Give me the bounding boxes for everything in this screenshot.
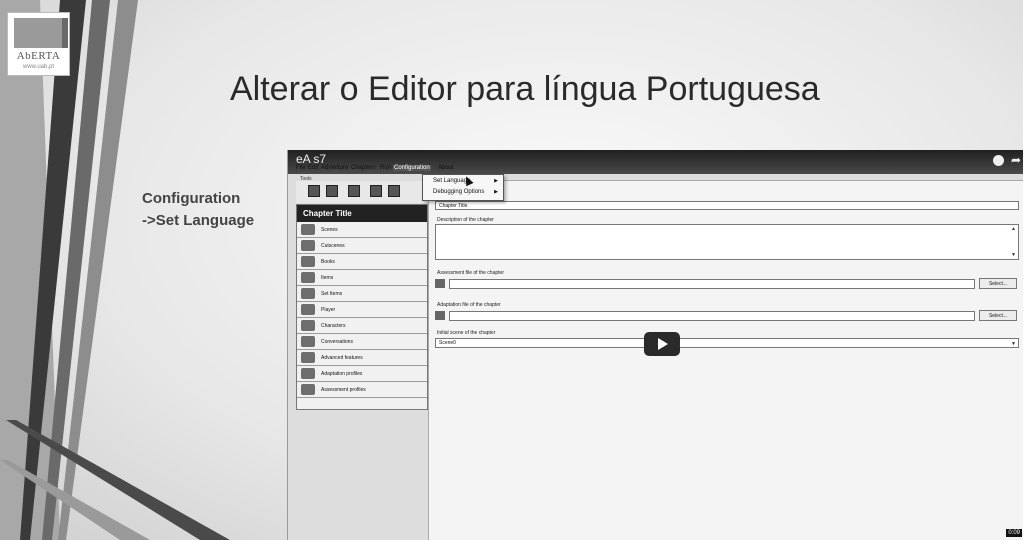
nav-item-assessment-profiles[interactable]: Assessment profiles <box>297 382 427 398</box>
books-icon <box>301 256 315 267</box>
nav-item-player[interactable]: Player <box>297 302 427 318</box>
toolbar <box>296 181 426 203</box>
submenu-arrow-icon: ▶ <box>494 178 498 184</box>
adaptation-select-button[interactable]: Select... <box>979 310 1017 321</box>
step-set-language: ->Set Language <box>142 212 255 229</box>
scroll-down-icon[interactable]: ▼ <box>1011 252 1016 258</box>
nav-item-set-items[interactable]: Set Items <box>297 286 427 302</box>
nav-item-scenes[interactable]: Scenes <box>297 222 427 238</box>
chapter-title-field[interactable]: Chapter Title <box>435 201 1019 210</box>
items-icon <box>301 272 315 283</box>
nav-item-items[interactable]: Items <box>297 270 427 286</box>
menu-file[interactable]: File <box>296 165 306 171</box>
assessment-file-input[interactable] <box>449 279 975 289</box>
set-items-icon <box>301 288 315 299</box>
toolbar-open-icon[interactable] <box>326 185 338 197</box>
nav-item-adaptation-profiles[interactable]: Adaptation profiles <box>297 366 427 382</box>
video-duration: 0:09 <box>1006 529 1022 537</box>
menu-run[interactable]: Run <box>380 165 391 171</box>
play-button[interactable] <box>644 332 680 356</box>
nav-item-advanced-features[interactable]: Advanced features <box>297 350 427 366</box>
video-player[interactable]: eA s7 ➦ File Edit Adventure Chapters Run… <box>287 150 1023 540</box>
menu-chapters[interactable]: Chapters <box>351 165 375 171</box>
characters-icon <box>301 320 315 331</box>
submenu-arrow-icon: ▶ <box>494 189 498 195</box>
instruction-steps: Configuration ->Set Language <box>142 188 254 232</box>
video-top-bar: eA s7 ➦ File Edit Adventure Chapters Run… <box>288 150 1023 174</box>
conversations-icon <box>301 336 315 347</box>
chevron-down-icon[interactable]: ▼ <box>1011 341 1016 347</box>
toolbar-save-icon[interactable] <box>348 185 360 197</box>
adaptation-file-input[interactable] <box>449 311 975 321</box>
description-textarea[interactable]: ▲ ▼ <box>435 224 1019 260</box>
toolbar-new-icon[interactable] <box>308 185 320 197</box>
chapter-properties-panel: Chapter Title Description of the chapter… <box>428 180 1023 540</box>
menu-adventure[interactable]: Adventure <box>321 165 348 171</box>
presentation-slide: AbERTA www.uab.pt Alterar o Editor para … <box>0 0 1023 540</box>
initial-scene-label: Initial scene of the chapter <box>437 330 496 336</box>
nav-item-cutscenes[interactable]: Cutscenes <box>297 238 427 254</box>
assessment-select-button[interactable]: Select... <box>979 278 1017 289</box>
nav-item-books[interactable]: Books <box>297 254 427 270</box>
description-label: Description of the chapter <box>437 217 494 223</box>
adaptation-profiles-icon <box>301 368 315 379</box>
adaptation-file-icon <box>435 311 445 320</box>
player-icon <box>301 304 315 315</box>
play-icon <box>658 338 668 350</box>
scenes-icon <box>301 224 315 235</box>
cutscenes-icon <box>301 240 315 251</box>
slide-title: Alterar o Editor para língua Portuguesa <box>230 70 820 108</box>
menu-configuration[interactable]: Configuration <box>393 165 431 171</box>
toolbar-undo-icon[interactable] <box>370 185 382 197</box>
menu-edit[interactable]: Edit <box>308 165 318 171</box>
advanced-features-icon <box>301 352 315 363</box>
nav-item-characters[interactable]: Characters <box>297 318 427 334</box>
menu-item-debugging-options[interactable]: Debugging Options <box>433 189 484 195</box>
toolbar-redo-icon[interactable] <box>388 185 400 197</box>
nav-item-conversations[interactable]: Conversations <box>297 334 427 350</box>
assessment-profiles-icon <box>301 384 315 395</box>
initial-scene-select[interactable]: Scene0 ▼ <box>435 338 1019 348</box>
assessment-file-label: Assessment file of the chapter <box>437 270 504 276</box>
step-configuration: Configuration <box>142 190 241 207</box>
adaptation-file-label: Adaptation file of the chapter <box>437 302 501 308</box>
scroll-up-icon[interactable]: ▲ <box>1011 226 1016 232</box>
app-menu-bar: File Edit Adventure Chapters Run Configu… <box>288 164 1023 174</box>
aberta-logo: AbERTA www.uab.pt <box>7 12 70 76</box>
chapter-title-header[interactable]: Chapter Title <box>297 205 427 222</box>
chapter-navigation-panel: Chapter Title Scenes Cutscenes Books Ite… <box>296 204 428 410</box>
menu-about[interactable]: About <box>438 165 454 171</box>
assessment-file-icon <box>435 279 445 288</box>
